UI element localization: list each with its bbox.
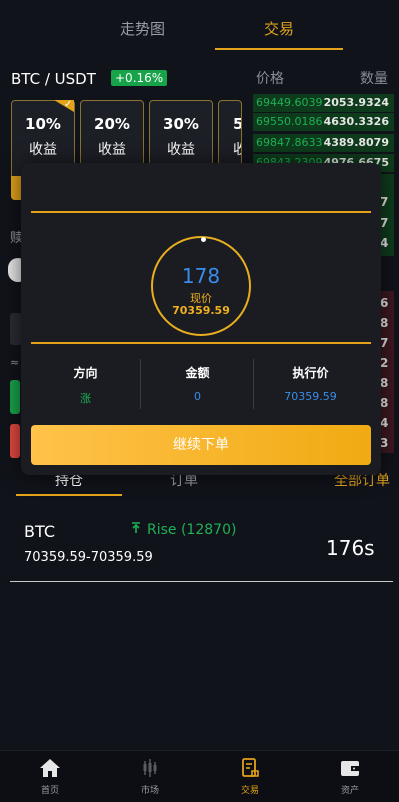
buy-up-button[interactable] <box>10 380 20 414</box>
orderbook-qty-fragment: 2 <box>380 356 389 370</box>
check-icon: ✓ <box>64 99 73 110</box>
profit-label: 收益 <box>98 142 126 158</box>
profit-percent: 20% <box>94 115 130 133</box>
orderbook-price-header: 价格 <box>256 71 284 87</box>
tab-chart[interactable]: 走势图 <box>120 18 165 39</box>
nav-home[interactable]: 首页 <box>20 757 80 796</box>
nav-trade-label: 交易 <box>240 786 259 796</box>
pair-symbol[interactable]: BTC / USDT <box>11 70 96 88</box>
orderbook-qty: 4630.3326 <box>323 115 389 128</box>
amount-header: 金额 <box>185 366 210 380</box>
nav-home-label: 首页 <box>40 786 59 796</box>
top-tabs: 走势图 交易 <box>0 0 399 52</box>
home-icon <box>39 757 61 779</box>
orderbook-qty-fragment: 4 <box>380 236 389 250</box>
bottom-nav: 首页 市场 交易 资产 <box>0 750 399 802</box>
orderbook-qty-fragment: 8 <box>380 396 389 410</box>
order-confirm-modal: 178 现价 70359.59 方向 涨 金额 0 执行价 70359.59 继… <box>21 163 381 475</box>
continue-order-button[interactable]: 继续下单 <box>31 425 371 465</box>
position-symbol: BTC <box>24 522 55 541</box>
position-direction-text: Rise (12870) <box>147 522 237 538</box>
position-direction: Rise (12870) <box>131 522 236 538</box>
profit-percent: 5 <box>233 115 241 133</box>
profit-label: 收益 <box>167 142 195 158</box>
orderbook-qty-header: 数量 <box>360 71 388 87</box>
countdown-ring: 178 现价 70359.59 <box>151 236 251 336</box>
orderbook-qty-fragment: 7 <box>380 216 389 230</box>
orderbook-qty-fragment: 8 <box>380 376 389 390</box>
nav-trade[interactable]: 交易 <box>220 757 280 796</box>
orderbook-row[interactable]: 69847.8633 4389.8079 <box>253 134 394 152</box>
profit-percent: 10% <box>25 115 61 133</box>
orderbook-qty-fragment: 8 <box>380 316 389 330</box>
profit-percent: 30% <box>163 115 199 133</box>
wallet-icon <box>339 757 361 779</box>
profit-label: 收益 <box>29 142 57 158</box>
amount-value: 0 <box>194 390 201 403</box>
orderbook-qty: 4389.8079 <box>323 136 389 149</box>
position-divider <box>10 581 393 582</box>
countdown-value: 178 <box>181 264 221 288</box>
strike-price-value: 70359.59 <box>284 390 337 403</box>
holdings-tab-indicator <box>16 494 122 496</box>
orderbook-qty-fragment: 6 <box>380 296 389 310</box>
strike-price-header: 执行价 <box>292 366 329 380</box>
orderbook-qty: 2053.9324 <box>323 96 389 109</box>
nav-assets-label: 资产 <box>340 786 359 796</box>
orderbook-qty-fragment: 3 <box>380 436 389 450</box>
direction-header: 方向 <box>73 366 98 380</box>
nav-market-label: 市场 <box>140 786 159 796</box>
trade-icon <box>239 757 261 779</box>
active-tab-indicator <box>215 48 343 50</box>
orderbook-row[interactable]: 69550.0186 4630.3326 <box>253 113 394 131</box>
position-price-range: 70359.59-70359.59 <box>24 550 153 565</box>
countdown-progress-dot <box>201 237 206 242</box>
orderbook-qty-fragment: 7 <box>380 336 389 350</box>
tab-trade[interactable]: 交易 <box>264 18 294 39</box>
arrow-up-icon <box>131 522 141 538</box>
position-timer: 176s <box>326 536 375 560</box>
orderbook-price: 69550.0186 <box>256 115 323 128</box>
market-icon <box>139 757 161 779</box>
buy-down-button[interactable] <box>10 424 20 458</box>
current-price-value: 70359.59 <box>172 304 230 317</box>
orderbook-price: 69847.8633 <box>256 136 323 149</box>
nav-assets[interactable]: 资产 <box>320 757 380 796</box>
profit-label: 收 <box>233 139 241 159</box>
orderbook-row[interactable]: 69449.6039 2053.9324 <box>253 94 394 112</box>
orderbook-qty-fragment: 7 <box>380 195 389 209</box>
approx-sign: ≈ <box>10 356 20 369</box>
change-badge: +0.16% <box>111 70 168 86</box>
modal-divider-bottom <box>31 342 371 344</box>
nav-market[interactable]: 市场 <box>120 757 180 796</box>
modal-divider-top <box>31 211 371 213</box>
orderbook-qty-fragment: 4 <box>380 416 389 430</box>
selected-card-highlight <box>11 176 21 200</box>
direction-value: 涨 <box>80 392 91 405</box>
orderbook-price: 69449.6039 <box>256 96 323 109</box>
